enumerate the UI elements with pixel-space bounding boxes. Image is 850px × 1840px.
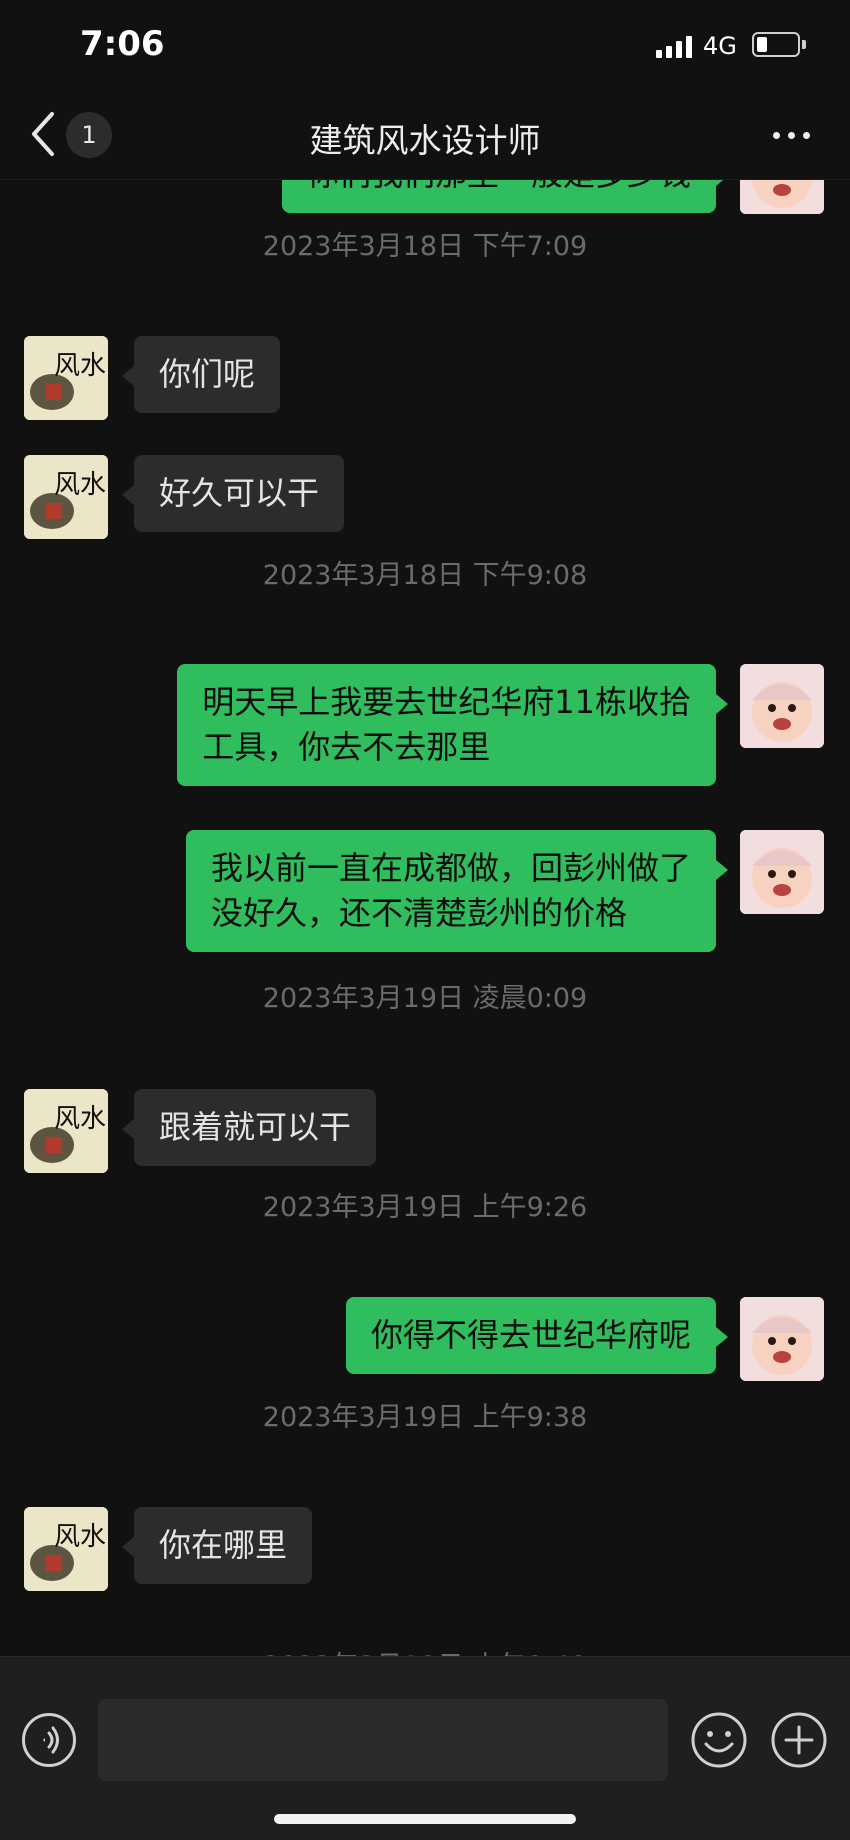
message-input[interactable] bbox=[98, 1699, 668, 1781]
message-text: 跟着就可以干 bbox=[159, 1108, 352, 1146]
battery-tip bbox=[802, 40, 806, 49]
home-indicator[interactable] bbox=[274, 1814, 576, 1824]
contact-avatar[interactable]: 风水 bbox=[24, 1507, 108, 1591]
message-text-line: 没好久，还不清楚彭州的价格 bbox=[210, 894, 627, 932]
message-bubble-incoming[interactable]: 好久可以干 bbox=[121, 455, 345, 532]
battery-icon bbox=[752, 32, 800, 57]
message-timestamp: 2023年3月19日 凌晨0:09 bbox=[262, 983, 588, 1014]
nav-bar: 1 建筑风水设计师 bbox=[0, 92, 850, 180]
contact-avatar[interactable]: 风水 bbox=[24, 455, 108, 539]
self-avatar[interactable] bbox=[740, 664, 824, 748]
message-timestamp: 2023年3月19日 上午9:38 bbox=[262, 1402, 588, 1433]
chat-area[interactable]: 你们我们那里一般是多少钱 2023年3月18日 下午7:09 风水 你们呢 风水… bbox=[0, 180, 850, 1656]
chat-title: 建筑风水设计师 bbox=[309, 121, 541, 160]
network-type: 4G bbox=[703, 32, 737, 60]
message-bubble-outgoing[interactable]: 明天早上我要去世纪华府11栋收拾 工具，你去不去那里 bbox=[177, 664, 728, 786]
message-text: 你们我们那里一般是多少钱 bbox=[307, 180, 691, 193]
message-text: 你们呢 bbox=[159, 355, 256, 393]
message-text: 好久可以干 bbox=[159, 474, 320, 512]
self-avatar[interactable] bbox=[740, 830, 824, 914]
contact-avatar-text: 风水 bbox=[54, 351, 106, 381]
message-timestamp: 2023年3月18日 下午9:08 bbox=[262, 560, 588, 591]
emoji-icon[interactable] bbox=[690, 1711, 748, 1769]
contact-avatar-text: 风水 bbox=[54, 1104, 106, 1134]
message-timestamp: 2023年3月19日 上午9:40 bbox=[0, 1644, 850, 1656]
message-bubble-incoming[interactable]: 你在哪里 bbox=[121, 1507, 313, 1584]
add-more-icon[interactable] bbox=[770, 1711, 828, 1769]
self-avatar[interactable] bbox=[740, 180, 824, 214]
message-bubble-outgoing[interactable]: 你得不得去世纪华府呢 bbox=[345, 1297, 729, 1374]
message-timestamp: 2023年3月18日 下午7:09 bbox=[262, 231, 588, 262]
message-bubble-incoming[interactable]: 跟着就可以干 bbox=[121, 1089, 377, 1166]
self-avatar[interactable] bbox=[740, 1297, 824, 1381]
more-options-icon[interactable] bbox=[770, 118, 814, 152]
input-bar bbox=[0, 1656, 850, 1840]
voice-input-icon[interactable] bbox=[22, 1713, 76, 1767]
message-text-line: 明天早上我要去世纪华府11栋收拾 bbox=[202, 683, 691, 721]
message-timestamp: 2023年3月19日 上午9:26 bbox=[262, 1192, 588, 1223]
signal-icon bbox=[656, 36, 692, 58]
message-bubble-outgoing[interactable]: 我以前一直在成都做，回彭州做了 没好久，还不清楚彭州的价格 bbox=[185, 830, 729, 952]
message-text: 你在哪里 bbox=[159, 1526, 288, 1564]
contact-avatar-text: 风水 bbox=[54, 470, 106, 500]
message-text-line: 我以前一直在成都做，回彭州做了 bbox=[210, 849, 691, 887]
message-text: 你得不得去世纪华府呢 bbox=[370, 1316, 691, 1354]
contact-avatar-text: 风水 bbox=[54, 1522, 106, 1552]
contact-avatar[interactable]: 风水 bbox=[24, 1089, 108, 1173]
status-bar: 7:06 4G bbox=[0, 0, 850, 92]
status-time: 7:06 bbox=[80, 24, 165, 64]
message-text-line: 工具，你去不去那里 bbox=[202, 728, 491, 766]
message-bubble-incoming[interactable]: 你们呢 bbox=[121, 336, 281, 413]
message-bubble-outgoing-partial[interactable]: 你们我们那里一般是多少钱 bbox=[281, 180, 729, 213]
contact-avatar[interactable]: 风水 bbox=[24, 336, 108, 420]
